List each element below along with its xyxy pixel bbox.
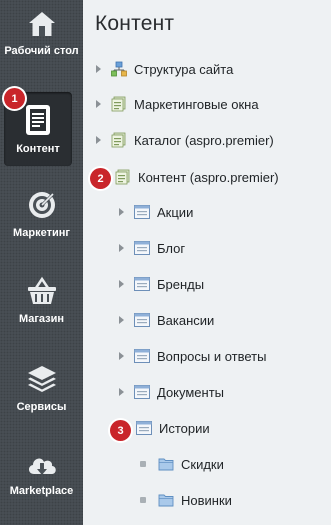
- sidebar-item-label: Marketplace: [9, 485, 74, 497]
- document-icon: [26, 105, 50, 135]
- tree-item-label: Скидки: [181, 456, 224, 472]
- expand-arrow-icon[interactable]: [96, 100, 101, 108]
- content-panel: Контент Структура сайта Маркетинговые ок…: [83, 0, 331, 525]
- tree-item-content-aspro[interactable]: Контент (aspro.premier): [115, 165, 279, 189]
- tree-item-marketing-windows[interactable]: Маркетинговые окна: [96, 92, 259, 116]
- bullet-icon: [140, 497, 146, 503]
- tree-item-promotions[interactable]: Акции: [119, 200, 193, 224]
- panel-title: Контент: [95, 12, 175, 35]
- sidebar-item-label: Сервисы: [16, 401, 67, 413]
- iblock-icon: [134, 385, 150, 399]
- tree-item-label: Документы: [157, 384, 225, 400]
- sidebar-item-shop[interactable]: Магазин: [0, 276, 83, 326]
- tree-item-label: Новинки: [181, 492, 232, 508]
- tree-item-catalog[interactable]: Каталог (aspro.premier): [96, 128, 274, 152]
- iblock-icon: [134, 349, 150, 363]
- expand-arrow-icon[interactable]: [119, 352, 124, 360]
- tree-item-faq[interactable]: Вопросы и ответы: [119, 344, 266, 368]
- bullet-icon: [140, 461, 146, 467]
- site-structure-icon: [111, 61, 127, 77]
- tree-item-label: Вопросы и ответы: [157, 348, 267, 364]
- tree-item-label: Маркетинговые окна: [134, 96, 259, 112]
- expand-arrow-icon[interactable]: [119, 244, 124, 252]
- expand-arrow-icon[interactable]: [96, 65, 101, 73]
- folder-icon: [158, 494, 174, 507]
- tree-item-label: Блог: [157, 240, 186, 256]
- step-badge: 2: [90, 168, 111, 189]
- tree-item-label: Истории: [159, 420, 210, 436]
- expand-arrow-icon[interactable]: [119, 388, 124, 396]
- sidebar-item-label: Маркетинг: [13, 227, 70, 239]
- sidebar-item-marketing[interactable]: Маркетинг: [0, 190, 83, 240]
- tree-item-discounts[interactable]: Скидки: [140, 452, 224, 476]
- iblock-icon: [134, 313, 150, 327]
- expand-arrow-icon[interactable]: [119, 208, 124, 216]
- sidebar-item-label: Магазин: [18, 313, 65, 325]
- iblock-icon: [134, 277, 150, 291]
- sidebar: Рабочий стол Контент Маркетинг Магазин С…: [0, 0, 83, 525]
- tree-item-label: Структура сайта: [134, 61, 234, 77]
- step-badge: 3: [110, 420, 131, 441]
- tree-item-site-structure[interactable]: Структура сайта: [96, 57, 233, 81]
- iblock-type-icon: [111, 132, 126, 148]
- tree-item-label: Каталог (aspro.premier): [134, 132, 274, 148]
- sidebar-item-desktop[interactable]: Рабочий стол: [0, 10, 83, 58]
- iblock-type-icon: [111, 96, 126, 112]
- tree-item-label: Бренды: [157, 276, 205, 292]
- iblock-type-icon: [115, 169, 130, 185]
- step-badge: 1: [4, 88, 25, 109]
- iblock-icon: [134, 241, 150, 255]
- tree-item-vacancies[interactable]: Вакансии: [119, 308, 214, 332]
- tree-item-new[interactable]: Новинки: [140, 488, 232, 512]
- folder-icon: [158, 458, 174, 471]
- sidebar-item-label: Рабочий стол: [4, 45, 79, 57]
- tree-item-stories[interactable]: Истории: [136, 416, 210, 440]
- sidebar-item-label: Контент: [16, 143, 60, 155]
- expand-arrow-icon[interactable]: [96, 136, 101, 144]
- tree-item-label: Вакансии: [157, 312, 215, 328]
- sidebar-item-marketplace[interactable]: Marketplace: [0, 452, 83, 498]
- tree-item-brands[interactable]: Бренды: [119, 272, 204, 296]
- iblock-icon: [136, 421, 152, 435]
- tree-item-documents[interactable]: Документы: [119, 380, 224, 404]
- home-icon: [28, 12, 55, 36]
- tree-item-label: Контент (aspro.premier): [138, 169, 279, 185]
- basket-icon: [27, 276, 56, 304]
- cloud-download-icon: [28, 458, 56, 475]
- expand-arrow-icon[interactable]: [119, 316, 124, 324]
- target-icon: [28, 192, 55, 218]
- tree-item-label: Акции: [157, 204, 194, 220]
- iblock-icon: [134, 205, 150, 219]
- layers-icon: [27, 366, 56, 392]
- expand-arrow-icon[interactable]: [119, 280, 124, 288]
- sidebar-item-services[interactable]: Сервисы: [0, 364, 83, 414]
- tree-item-blog[interactable]: Блог: [119, 236, 185, 260]
